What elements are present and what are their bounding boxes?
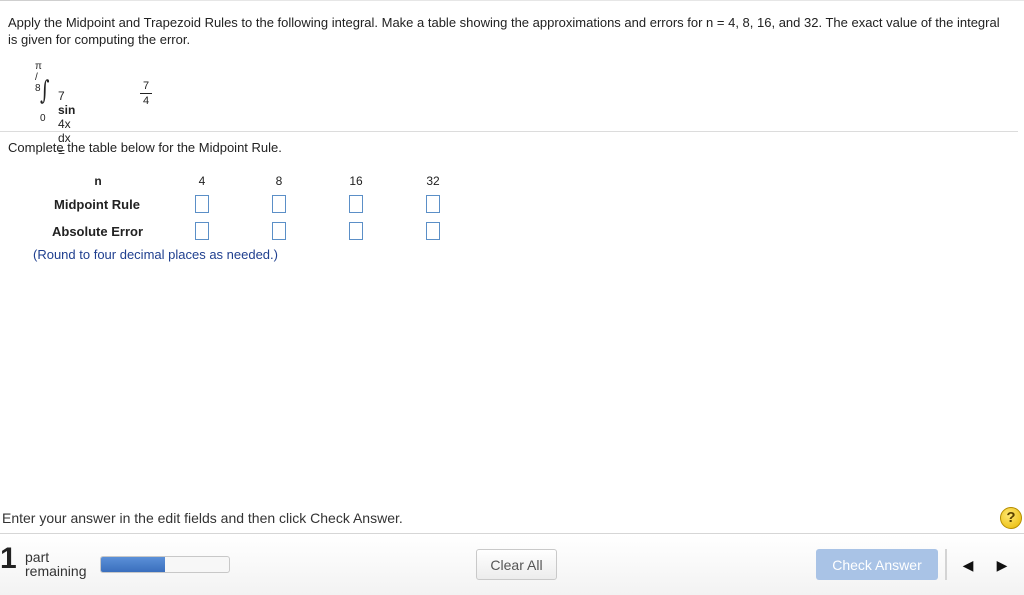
nav-separator	[945, 549, 947, 580]
midpoint-rule-input-n16[interactable]	[349, 195, 363, 213]
fraction-bar	[140, 93, 152, 94]
integral-result-fraction: 7 4	[140, 80, 152, 107]
integral-sign-icon: ∫	[40, 76, 50, 106]
section-divider	[0, 131, 1018, 132]
parts-remaining-label: part remaining	[25, 550, 86, 578]
row-label-absolute-error: Absolute Error	[52, 224, 144, 239]
help-icon[interactable]: ?	[1000, 507, 1022, 529]
table-header-n: n	[94, 174, 102, 188]
next-arrow-icon[interactable]: ▶	[991, 552, 1013, 578]
table-col-header: 4	[198, 174, 206, 188]
top-border-tab	[0, 0, 70, 1]
previous-arrow-icon[interactable]: ◀	[957, 552, 979, 578]
fraction-denominator: 4	[142, 95, 150, 107]
midpoint-rule-input-n8[interactable]	[272, 195, 286, 213]
integrand-function: sin	[58, 103, 76, 117]
top-border	[0, 0, 1024, 1]
absolute-error-input-n4[interactable]	[195, 222, 209, 240]
absolute-error-input-n8[interactable]	[272, 222, 286, 240]
table-col-header: 16	[349, 174, 363, 188]
help-instruction: Enter your answer in the edit fields and…	[2, 510, 403, 526]
absolute-error-input-n16[interactable]	[349, 222, 363, 240]
clear-all-button[interactable]: Clear All	[476, 549, 557, 580]
fraction-numerator: 7	[142, 80, 150, 92]
midpoint-rule-input-n32[interactable]	[426, 195, 440, 213]
parts-label-line2: remaining	[25, 563, 87, 579]
midpoint-rule-input-n4[interactable]	[195, 195, 209, 213]
question-text: Apply the Midpoint and Trapezoid Rules t…	[8, 15, 1000, 47]
progress-bar-fill	[101, 557, 165, 572]
row-label-midpoint-rule: Midpoint Rule	[54, 197, 140, 212]
rounding-note: (Round to four decimal places as needed.…	[33, 247, 278, 262]
integral-lower-limit: 0	[40, 113, 46, 124]
table-col-header: 8	[275, 174, 283, 188]
footer-divider	[0, 533, 1024, 534]
absolute-error-input-n32[interactable]	[426, 222, 440, 240]
check-answer-button[interactable]: Check Answer	[816, 549, 938, 580]
table-col-header: 32	[426, 174, 440, 188]
integrand-coefficient: 7	[58, 89, 65, 103]
parts-remaining-count: 1	[0, 542, 17, 575]
progress-bar	[100, 556, 230, 573]
table-instruction: Complete the table below for the Midpoin…	[8, 140, 282, 155]
